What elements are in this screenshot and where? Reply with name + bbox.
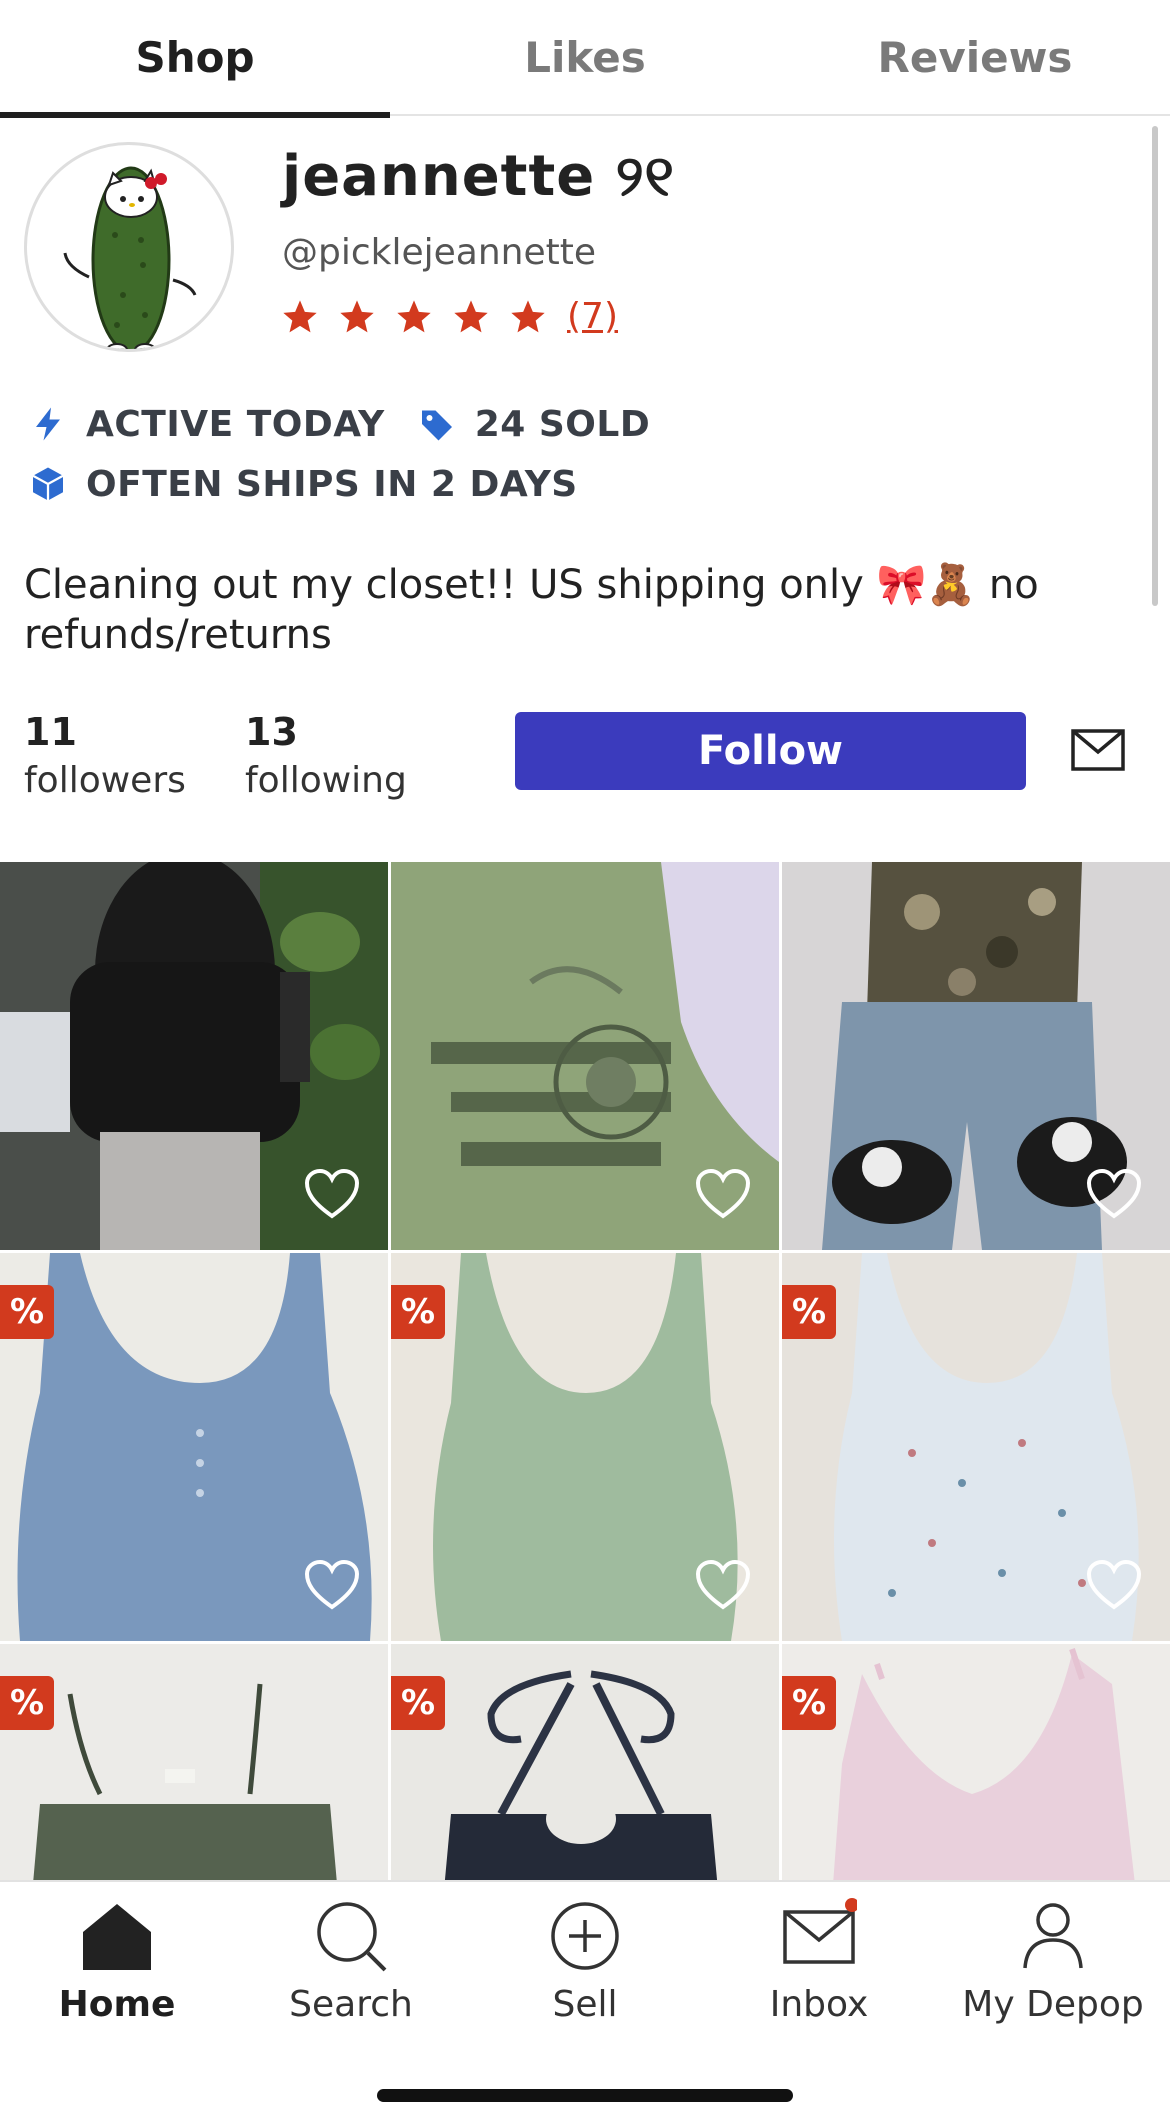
seller-badges: ACTIVE TODAY 24 SOLD OFTEN SHIPS IN 2 DA…: [30, 398, 684, 518]
star-icon: [283, 299, 317, 332]
shipping-label: OFTEN SHIPS IN 2 DAYS: [86, 463, 578, 505]
home-indicator[interactable]: [377, 2089, 793, 2102]
star-icon: [511, 299, 545, 332]
pickle-avatar-icon: [63, 166, 197, 349]
home-icon: [83, 1904, 151, 1970]
discount-badge: %: [391, 1285, 445, 1339]
rating[interactable]: (7): [280, 296, 618, 337]
nav-search[interactable]: Search: [234, 1898, 468, 2038]
review-count-link[interactable]: (7): [567, 296, 618, 337]
followers-stat[interactable]: 11 followers: [24, 710, 186, 801]
following-stat[interactable]: 13 following: [245, 710, 407, 801]
heart-icon[interactable]: [1086, 1559, 1142, 1611]
star-icon: [454, 299, 488, 332]
heart-icon[interactable]: [695, 1168, 751, 1220]
discount-badge: %: [782, 1285, 836, 1339]
nav-label: Sell: [552, 1984, 618, 2025]
follow-button[interactable]: Follow: [515, 712, 1026, 790]
tab-shop[interactable]: Shop: [0, 0, 390, 118]
plus-circle-icon: [551, 1902, 619, 1970]
discount-badge: %: [0, 1285, 54, 1339]
shipping-badge: OFTEN SHIPS IN 2 DAYS: [30, 464, 578, 505]
listing-tile[interactable]: %: [0, 1644, 388, 1880]
discount-badge: %: [0, 1676, 54, 1730]
sold-badge: 24 SOLD: [419, 404, 650, 445]
envelope-icon: [783, 1898, 857, 1964]
discount-badge: %: [782, 1676, 836, 1730]
person-icon: [1023, 1903, 1083, 1969]
envelope-icon[interactable]: [1070, 728, 1126, 772]
followers-label: followers: [24, 760, 186, 801]
listing-tile[interactable]: [0, 862, 388, 1250]
notification-dot: [845, 1898, 857, 1912]
star-icon: [397, 299, 431, 332]
listing-photo: [782, 1644, 1170, 1880]
listing-tile[interactable]: %: [391, 1253, 779, 1641]
profile-tabs: Shop Likes Reviews: [0, 0, 1170, 118]
tag-icon: [421, 410, 452, 441]
listing-tile[interactable]: %: [782, 1253, 1170, 1641]
listing-photo: [0, 1644, 388, 1880]
nav-inbox[interactable]: Inbox: [702, 1898, 936, 2038]
heart-icon[interactable]: [304, 1559, 360, 1611]
following-count: 13: [245, 710, 298, 754]
search-icon: [317, 1902, 387, 1972]
tab-likes[interactable]: Likes: [390, 0, 780, 114]
active-label: ACTIVE TODAY: [86, 403, 385, 445]
listing-tile[interactable]: [782, 862, 1170, 1250]
box-icon: [32, 467, 64, 501]
active-badge: ACTIVE TODAY: [30, 404, 385, 445]
scrollbar[interactable]: [1152, 126, 1158, 606]
nav-label: Inbox: [769, 1984, 869, 2025]
heart-icon[interactable]: [695, 1559, 751, 1611]
listing-tile[interactable]: %: [0, 1253, 388, 1641]
username-handle: @picklejeannette: [282, 232, 597, 273]
tab-reviews[interactable]: Reviews: [780, 0, 1170, 114]
nav-label: Search: [289, 1984, 413, 2025]
listing-tile[interactable]: %: [391, 1644, 779, 1880]
nav-label: My Depop: [962, 1984, 1144, 2025]
following-label: following: [245, 760, 407, 801]
discount-badge: %: [391, 1676, 445, 1730]
sold-label: 24 SOLD: [474, 403, 651, 445]
heart-icon[interactable]: [1086, 1168, 1142, 1220]
heart-icon[interactable]: [304, 1168, 360, 1220]
bio-text: Cleaning out my closet!! US shipping onl…: [24, 562, 1039, 658]
followers-count: 11: [24, 710, 77, 754]
listing-tile[interactable]: [391, 862, 779, 1250]
listing-photo: [391, 1644, 779, 1880]
nav-my-depop[interactable]: My Depop: [936, 1898, 1170, 2038]
star-icon: [340, 299, 374, 332]
nav-home[interactable]: Home: [0, 1898, 234, 2038]
listings-grid: % % % % % %: [0, 862, 1170, 1880]
listing-tile[interactable]: %: [782, 1644, 1170, 1880]
avatar[interactable]: [24, 142, 234, 352]
lightning-icon: [36, 407, 60, 441]
nav-label: Home: [58, 1984, 176, 2025]
display-name: jeannette ୨୧: [282, 144, 675, 209]
nav-sell[interactable]: Sell: [468, 1898, 702, 2038]
